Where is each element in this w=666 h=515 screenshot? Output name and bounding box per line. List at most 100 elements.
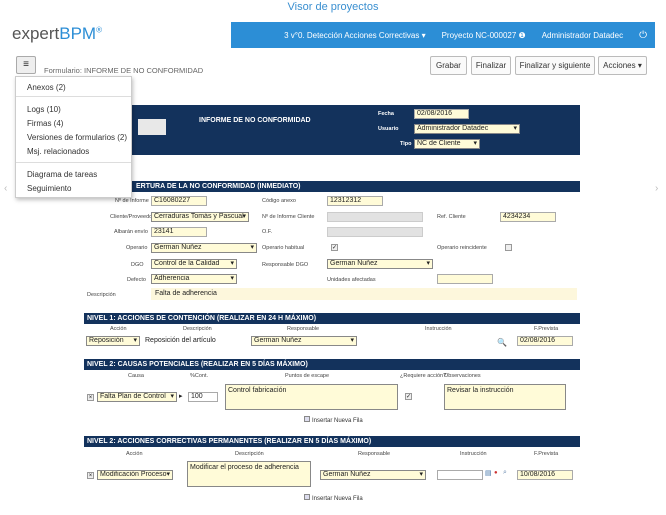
finish-button[interactable]: Finalizar (471, 56, 511, 75)
attach-icon[interactable]: ▤ (485, 469, 492, 477)
n2b-fecha-input[interactable]: 10/08/2016 (517, 470, 573, 480)
n-informe-label: Nº de Informe (115, 198, 149, 204)
resp-dgo-select[interactable]: German Nuñez (327, 259, 433, 269)
section-nivel1: NIVEL 1: ACCIONES DE CONTENCIÓN (REALIZA… (84, 313, 580, 324)
habitual-label: Operario habitual (262, 245, 305, 251)
menu-item-versiones[interactable]: Versiones de formularios (2) (27, 133, 127, 142)
fecha-input[interactable]: 02/08/2016 (414, 109, 469, 119)
n1-responsable-select[interactable]: German Nuñez (251, 336, 357, 346)
n-informe-input[interactable]: C16080227 (151, 196, 207, 206)
power-icon[interactable]: ⏻ (639, 30, 647, 41)
requiere-checkbox[interactable]: ✓ (405, 393, 412, 400)
col-fprevista: F.Prevista (534, 326, 559, 332)
ref-cliente-input[interactable]: 4234234 (500, 212, 556, 222)
unidades-label: Unidades afectadas (327, 277, 376, 283)
n2-obs-textarea[interactable]: Revisar la instrucción (444, 384, 566, 410)
descripcion-input[interactable]: Falta de adherencia (151, 288, 577, 300)
n1-fecha-input[interactable]: 02/08/2016 (517, 336, 573, 346)
save-button[interactable]: Grabar (430, 56, 467, 75)
col-pct: %Cont. (190, 373, 209, 379)
col-requiere: ¿Requiere acción? (400, 373, 447, 379)
n2b-responsable-select[interactable]: German Nuñez (320, 470, 426, 480)
menu-item-diagrama[interactable]: Diagrama de tareas (27, 170, 97, 179)
delete-row-icon[interactable]: × (87, 394, 94, 401)
reincidente-checkbox[interactable] (505, 244, 512, 251)
n2b-instruccion-input[interactable] (437, 470, 483, 480)
of-input[interactable] (327, 227, 423, 237)
col-causa: Causa (128, 373, 144, 379)
col-descripcion: Descripción (235, 451, 264, 457)
col-observaciones: Observaciones (444, 373, 481, 379)
col-instruccion: Instrucción (425, 326, 452, 332)
page-caption: Visor de proyectos (287, 1, 379, 13)
n-inf-cliente-input[interactable] (327, 212, 423, 222)
ref-cliente-label: Ref. Cliente (437, 214, 466, 220)
menu-toggle-button[interactable]: ≡ (16, 56, 36, 74)
n2-pct-input[interactable]: 100 (188, 392, 218, 402)
form-title: Formulario: INFORME DE NO CONFORMIDAD (44, 66, 204, 75)
n-inf-cliente-label: Nº de Informe Cliente (262, 214, 315, 220)
unidades-input[interactable] (437, 274, 493, 284)
menu-item-firmas[interactable]: Firmas (4) (27, 119, 63, 128)
col-accion: Acción (126, 451, 143, 457)
menu-item-seguimiento[interactable]: Seguimiento (27, 184, 71, 193)
n2b-descripcion-textarea[interactable]: Modificar el proceso de adherencia (187, 461, 311, 487)
col-fprevista: F.Prevista (534, 451, 559, 457)
operario-select[interactable]: German Nuñez (151, 243, 257, 253)
search-icon[interactable]: 🔍 (497, 338, 507, 347)
n1-descripcion[interactable]: Reposición del artículo (145, 337, 216, 344)
of-label: O.F. (262, 229, 273, 235)
col-responsable: Responsable (287, 326, 320, 332)
defecto-select[interactable]: Adherencia (151, 274, 237, 284)
finish-and-next-button[interactable]: Finalizar y siguiente (515, 56, 595, 75)
cliente-label: Cliente/Proveedor (110, 214, 155, 220)
resp-dgo-label: Responsable DGO (262, 262, 309, 268)
usuario-select[interactable]: Administrador Datadec (414, 124, 520, 134)
section-apertura: ERTURA DE LA NO CONFORMIDAD (INMEDIATO) (84, 181, 580, 192)
section-nivel2-causas: NIVEL 2: CAUSAS POTENCIALES (REALIZAR EN… (84, 359, 580, 370)
side-menu: Anexos (2) Logs (10) Firmas (4) Versione… (15, 76, 132, 198)
n2-puntos-textarea[interactable]: Control fabricación (225, 384, 398, 410)
menu-item-logs[interactable]: Logs (10) (27, 105, 61, 114)
tipo-select[interactable]: NC de Cliente (414, 139, 480, 149)
menu-item-mensajes[interactable]: Msj. relacionados (27, 147, 89, 156)
add-icon (304, 494, 310, 500)
insert-row-link[interactable]: Insertar Nueva Fila (304, 494, 363, 502)
operario-label: Operario (126, 245, 148, 251)
form-header-title: INFORME DE NO CONFORMIDAD (199, 117, 311, 124)
albaran-input[interactable]: 23141 (151, 227, 207, 237)
tipo-label: Tipo (400, 141, 412, 147)
insert-row-link[interactable]: Insertar Nueva Fila (304, 416, 363, 424)
n1-accion-select[interactable]: Reposición (86, 336, 140, 346)
n2b-accion-select[interactable]: Modificación Proceso (97, 470, 173, 480)
reincidente-label: Operario reincidente (437, 245, 487, 251)
actions-button[interactable]: Acciones ▾ (598, 56, 647, 75)
dgo-select[interactable]: Control de la Calidad (151, 259, 237, 269)
fecha-label: Fecha (378, 111, 394, 117)
menu-divider (16, 162, 131, 163)
scroll-left-icon[interactable]: ‹ (4, 183, 7, 194)
n2-causa-select[interactable]: Falta Plan de Control (97, 392, 177, 402)
expertbpm-logo: expertBPM® (12, 24, 102, 43)
codigo-input[interactable]: 12312312 (327, 196, 383, 206)
company-logo (138, 119, 166, 135)
codigo-label: Código anexo (262, 198, 296, 204)
section-nivel2-acciones: NIVEL 2: ACCIONES CORRECTIVAS PERMANENTE… (84, 436, 580, 447)
cliente-select[interactable]: Cerraduras Tomás y Pascual (151, 212, 249, 222)
user-name[interactable]: Administrador Datadec (542, 31, 623, 40)
remove-icon[interactable]: ● (494, 470, 498, 476)
delete-row-icon[interactable]: × (87, 472, 94, 479)
process-selector[interactable]: 3 v°0. Detección Acciones Correctivas ▾ (284, 31, 426, 40)
n2-causa-more-icon[interactable]: ▸ (179, 392, 183, 400)
dgo-label: DGO (131, 262, 144, 268)
search-icon[interactable]: ⌕ (503, 469, 507, 477)
habitual-checkbox[interactable]: ✓ (331, 244, 338, 251)
col-responsable: Responsable (358, 451, 391, 457)
defecto-label: Defecto (127, 277, 146, 283)
menu-item-anexos[interactable]: Anexos (2) (27, 83, 66, 92)
top-bar: 3 v°0. Detección Acciones Correctivas ▾ … (231, 22, 655, 48)
project-info[interactable]: Proyecto NC-000027 ❶ (442, 31, 526, 40)
scroll-right-icon[interactable]: › (655, 183, 658, 194)
usuario-label: Usuario (378, 126, 399, 132)
hamburger-icon: ≡ (23, 59, 29, 70)
